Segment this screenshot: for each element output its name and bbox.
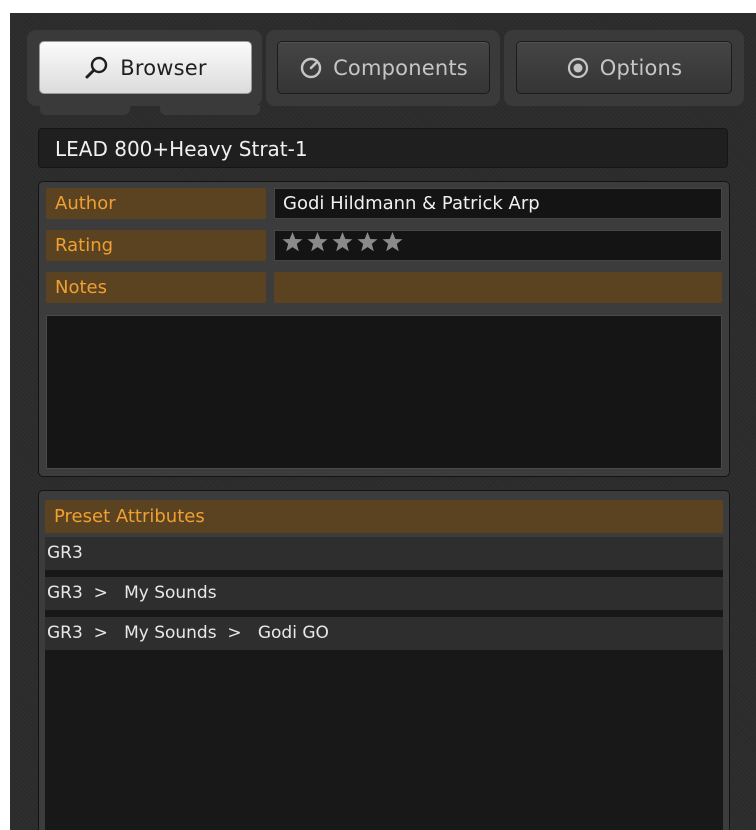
tab-options[interactable]: Options — [516, 41, 732, 94]
notes-label: Notes — [46, 272, 266, 303]
star-icon[interactable] — [381, 231, 404, 253]
author-label: Author — [46, 188, 266, 219]
author-field[interactable]: Godi Hildmann & Patrick Arp — [274, 188, 722, 219]
tab-components-label: Components — [333, 55, 468, 80]
preset-info-box: Author Godi Hildmann & Patrick Arp Ratin… — [38, 181, 730, 477]
star-icon[interactable] — [356, 231, 379, 253]
attribute-row[interactable]: GR3 > My Sounds > Godi GO — [45, 617, 723, 650]
star-icon[interactable] — [331, 231, 354, 253]
attribute-row[interactable]: GR3 — [45, 537, 723, 570]
star-icon[interactable] — [306, 231, 329, 253]
tab-components[interactable]: Components — [277, 41, 490, 94]
preset-attributes-list: GR3 GR3 > My Sounds GR3 > My Sounds > Go… — [45, 537, 723, 830]
star-icon[interactable] — [281, 231, 304, 253]
rating-field[interactable] — [274, 230, 722, 261]
attribute-row[interactable]: GR3 > My Sounds — [45, 577, 723, 610]
notes-header-field — [274, 272, 722, 303]
tab-options-label: Options — [599, 55, 683, 80]
rating-stars[interactable] — [281, 231, 404, 253]
preset-attributes-header: Preset Attributes — [45, 500, 723, 533]
dial-icon — [299, 56, 323, 80]
tab-browser-label: Browser — [120, 55, 207, 80]
rating-label: Rating — [46, 230, 266, 261]
radio-icon — [566, 56, 590, 80]
tab-notch — [40, 105, 130, 115]
preset-attributes-box: Preset Attributes GR3 GR3 > My Sounds GR… — [38, 490, 730, 830]
preset-name: LEAD 800+Heavy Strat-1 — [38, 128, 728, 168]
browser-panel: Browser Components Options LEAD 800+Heav… — [10, 13, 756, 830]
tab-notch-right — [160, 105, 260, 115]
search-icon — [84, 55, 110, 81]
tab-browser[interactable]: Browser — [39, 41, 252, 94]
notes-textarea[interactable] — [46, 315, 722, 469]
